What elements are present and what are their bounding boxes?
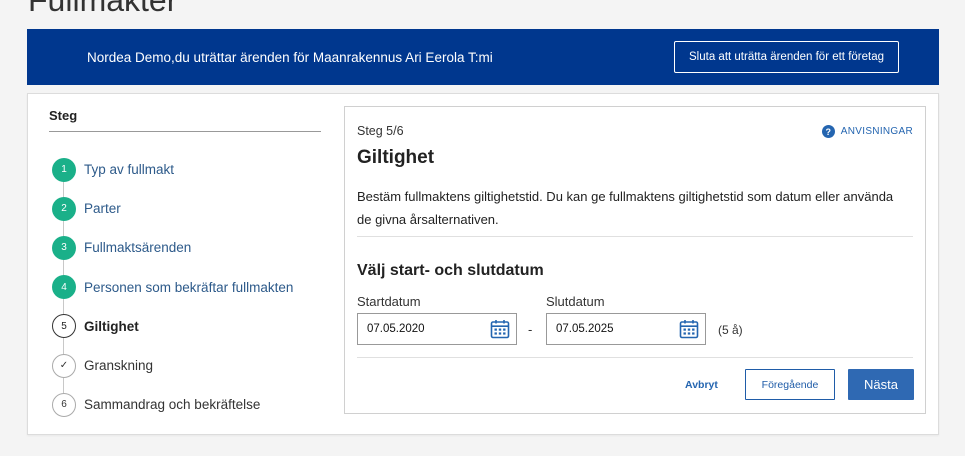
- end-date-field[interactable]: 07.05.2025: [546, 313, 706, 345]
- step-number: 2: [52, 196, 76, 221]
- question-icon: ?: [821, 125, 835, 138]
- steps-title: Steg: [49, 94, 321, 132]
- page-title: Fullmakter: [28, 0, 178, 18]
- stop-acting-for-company-button[interactable]: Sluta att uträtta ärenden för ett företa…: [674, 41, 899, 73]
- check-icon: ✓: [52, 353, 76, 378]
- step-number: 3: [52, 235, 76, 260]
- step-label: Sammandrag och bekräftelse: [84, 397, 261, 413]
- step-number: 6: [52, 392, 76, 417]
- end-date-label: Slutdatum: [546, 294, 605, 309]
- calendar-icon[interactable]: [490, 319, 510, 339]
- start-date-label: Startdatum: [357, 294, 421, 309]
- duration-text: (5 å): [718, 323, 743, 337]
- step-item-matters[interactable]: 3 Fullmaktsärenden: [49, 228, 321, 267]
- banner-text: Nordea Demo,du uträttar ärenden för Maan…: [87, 49, 493, 65]
- step-label: Personen som bekräftar fullmakten: [84, 279, 294, 295]
- step-list: 1 Typ av fullmakt 2 Parter 3 Fullmaktsär…: [49, 150, 321, 424]
- step-item-summary: 6 Sammandrag och bekräftelse: [49, 385, 321, 424]
- main-panel: Steg 1 Typ av fullmakt 2 Parter 3 Fullma…: [27, 93, 939, 435]
- step-item-review: ✓ Granskning: [49, 346, 321, 385]
- step-label: Parter: [84, 201, 121, 217]
- previous-button[interactable]: Föregående: [745, 369, 835, 400]
- end-date-value: 07.05.2025: [556, 323, 614, 335]
- step-counter: Steg 5/6: [357, 124, 404, 138]
- step-item-parties[interactable]: 2 Parter: [49, 189, 321, 228]
- next-button[interactable]: Nästa: [848, 369, 914, 400]
- section-title: Välj start- och slutdatum: [357, 262, 544, 279]
- cancel-button[interactable]: Avbryt: [685, 379, 718, 391]
- validity-form-card: Steg 5/6 ? ANVISNINGAR Giltighet Bestäm …: [344, 106, 926, 414]
- date-separator: -: [528, 322, 533, 337]
- calendar-icon[interactable]: [679, 319, 699, 339]
- start-date-value: 07.05.2020: [367, 323, 425, 335]
- company-banner: Nordea Demo,du uträttar ärenden för Maan…: [27, 29, 939, 85]
- start-date-field[interactable]: 07.05.2020: [357, 313, 517, 345]
- divider: [357, 357, 913, 358]
- step-number: 5: [52, 314, 76, 339]
- step-label: Granskning: [84, 358, 154, 374]
- step-label: Fullmaktsärenden: [84, 240, 192, 256]
- step-label: Typ av fullmakt: [84, 162, 175, 178]
- divider: [357, 236, 913, 237]
- step-item-validity: 5 Giltighet: [49, 307, 321, 346]
- form-description: Bestäm fullmaktens giltighetstid. Du kan…: [357, 189, 894, 227]
- step-label: Giltighet: [84, 318, 139, 334]
- form-title: Giltighet: [357, 147, 435, 168]
- instructions-link[interactable]: ? ANVISNINGAR: [821, 125, 913, 138]
- step-number: 4: [52, 275, 76, 300]
- step-number: 1: [52, 157, 76, 182]
- step-item-type[interactable]: 1 Typ av fullmakt: [49, 150, 321, 189]
- steps-sidebar: Steg 1 Typ av fullmakt 2 Parter 3 Fullma…: [49, 94, 321, 424]
- instructions-label: ANVISNINGAR: [840, 126, 913, 137]
- step-item-confirmer[interactable]: 4 Personen som bekräftar fullmakten: [49, 268, 321, 307]
